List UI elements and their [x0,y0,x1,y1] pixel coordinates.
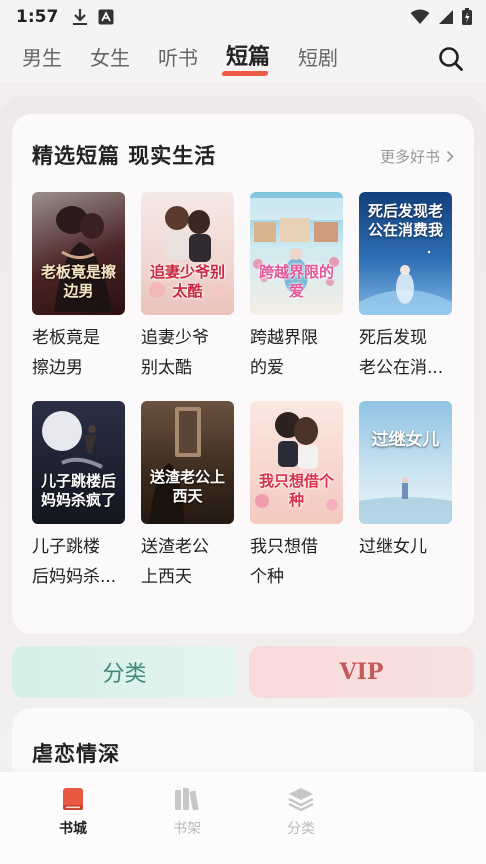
channel-tab-bar: 男生 女生 听书 短篇 短剧 [0,34,486,82]
section-title: 虐恋情深 [32,742,120,766]
section-header: 精选短篇 现实生活 更多好书 [32,140,454,170]
book-title: 跨越界限 的爱 [250,328,318,378]
cover-illustration [359,477,452,524]
notification-app-icon [98,9,114,25]
nav-bookstore[interactable]: 书城 [16,772,130,864]
battery-icon [462,8,472,25]
tab-audiobook[interactable]: 听书 [158,44,198,72]
book-cover-title: 追妻少爷别太酷 [149,263,225,300]
book-cover-title: 送渣老公上西天 [149,468,225,505]
category-button[interactable]: 分类 [12,646,237,698]
book-cover[interactable]: 跨越界限的爱 [250,192,343,315]
book-grid: 老板竟是擦边男 老板竟是 擦边男 追妻少爷别太酷 追妻少爷 别太酷 跨越界限的爱… [32,192,462,592]
nav-bookshelf[interactable]: 书架 [130,772,244,864]
nav-label: 书城 [59,821,87,837]
book-title: 送渣老公 上西天 [141,537,209,587]
status-time: 1:57 [16,7,59,27]
book-cover[interactable]: 老板竟是擦边男 [32,192,125,315]
book-item[interactable]: 死后发现老公在消费我 死后发现 老公在消... [359,192,452,383]
more-books-label: 更多好书 [379,148,440,166]
book-title: 死后发现 老公在消... [359,328,444,378]
book-cover-title: 老板竟是擦边男 [40,263,116,300]
book-cover-title: 我只想借个种 [258,472,334,509]
book-icon [63,788,83,810]
book-item[interactable]: 送渣老公上西天 送渣老公 上西天 [141,401,234,592]
download-icon [73,9,88,25]
tab-short-drama[interactable]: 短剧 [298,44,338,72]
book-cover[interactable]: 送渣老公上西天 [141,401,234,524]
book-item[interactable]: 儿子跳楼后妈妈杀疯了 儿子跳楼 后妈妈杀... [32,401,125,592]
book-item[interactable]: 过继女儿 过继女儿 [359,401,452,592]
book-cover-title: 死后发现老公在消费我 [367,202,443,239]
bottom-navigation: 书城 书架 分类 [0,772,486,864]
featured-section-card: 精选短篇 现实生活 更多好书 老板竟是擦边男 老板竟是 擦边男 追妻少爷别太酷 … [12,114,474,634]
more-books-link[interactable]: 更多好书 [380,146,454,167]
book-item[interactable]: 我只想借个种 我只想借 个种 [250,401,343,592]
book-title: 老板竟是 擦边男 [32,328,100,378]
book-title: 儿子跳楼 后妈妈杀... [32,537,117,587]
tab-male[interactable]: 男生 [22,44,62,72]
section-title: 精选短篇 现实生活 [32,144,217,168]
tab-female[interactable]: 女生 [90,44,130,72]
wifi-icon [410,9,430,24]
chevron-right-icon [446,150,454,163]
book-title: 过继女儿 [359,537,427,557]
book-cover-title: 跨越界限的爱 [258,263,334,300]
book-cover[interactable]: 儿子跳楼后妈妈杀疯了 [32,401,125,524]
nav-label: 分类 [287,821,315,837]
book-cover-title: 过继女儿 [371,430,440,450]
nav-category[interactable]: 分类 [244,772,358,864]
tab-short-stories[interactable]: 短篇 [226,44,270,72]
book-cover[interactable]: 我只想借个种 [250,401,343,524]
vip-button[interactable]: VIP [249,646,474,698]
book-title: 追妻少爷 别太酷 [141,328,209,378]
layers-icon [288,788,314,812]
signal-icon [439,9,453,24]
book-item[interactable]: 追妻少爷别太酷 追妻少爷 别太酷 [141,192,234,383]
shelf-icon [175,788,199,811]
search-icon[interactable] [438,46,464,72]
book-cover[interactable]: 追妻少爷别太酷 [141,192,234,315]
book-cover[interactable]: 过继女儿 [359,401,452,524]
status-bar: 1:57 [0,0,486,34]
book-item[interactable]: 跨越界限的爱 跨越界限 的爱 [250,192,343,383]
quick-actions: 分类 VIP [12,646,474,698]
book-item[interactable]: 老板竟是擦边男 老板竟是 擦边男 [32,192,125,383]
book-cover-title: 儿子跳楼后妈妈杀疯了 [40,472,116,509]
book-title: 我只想借 个种 [250,537,318,587]
nav-label: 书架 [173,821,201,837]
book-cover[interactable]: 死后发现老公在消费我 [359,192,452,315]
